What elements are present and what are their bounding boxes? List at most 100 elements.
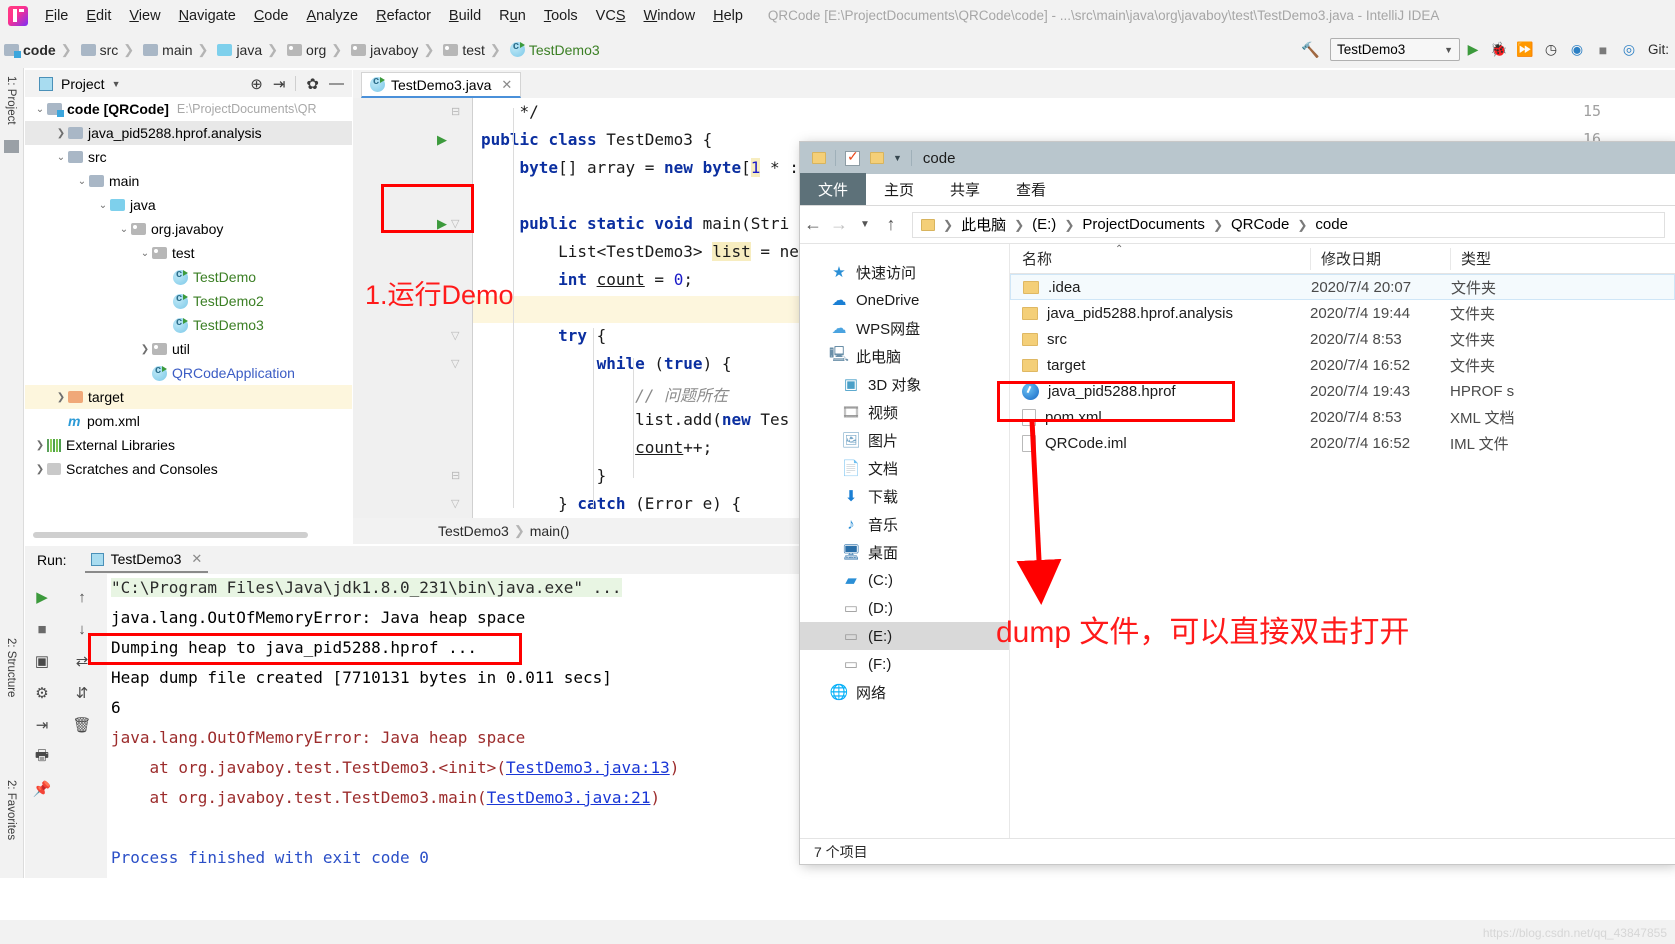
menu-item-code[interactable]: Code — [245, 6, 298, 26]
code-line[interactable]: public static void main(Stri — [481, 214, 790, 233]
nav-item-cn15[interactable]: 🌐 网络 — [800, 678, 1009, 706]
explorer-file-list[interactable]: 名称 修改日期 类型 ⌃ .idea 2020/7/4 20:07 文件夹 java_… — [1010, 244, 1675, 838]
console-line[interactable]: at org.javaboy.test.TestDemo3.main(TestD… — [111, 788, 661, 807]
path-segment[interactable]: QRCode — [1231, 216, 1289, 233]
code-line[interactable]: } — [481, 466, 607, 485]
file-row[interactable]: src 2020/7/4 8:53 文件夹 — [1010, 326, 1675, 352]
run-configuration-selector[interactable]: TestDemo3 ▼ — [1329, 38, 1460, 61]
stop-button[interactable]: ■ — [29, 616, 55, 642]
menu-item-edit[interactable]: Edit — [77, 6, 120, 26]
chevron-right-icon[interactable]: ❯ — [33, 440, 47, 451]
chevron-right-icon[interactable]: ❯ — [33, 464, 47, 475]
forward-icon[interactable]: → — [826, 214, 852, 235]
print-icon[interactable]: 🖶 — [29, 744, 55, 770]
code-line[interactable]: */ — [481, 102, 539, 121]
ribbon-tab-file[interactable]: 文件 — [800, 173, 867, 205]
up-icon[interactable]: ↑ — [878, 214, 904, 235]
menu-item-refactor[interactable]: Refactor — [367, 6, 440, 26]
pin-icon[interactable]: 📌 — [29, 776, 55, 802]
stacktrace-link[interactable]: TestDemo3.java:21 — [487, 788, 651, 807]
console-line[interactable]: at org.javaboy.test.TestDemo3.<init>(Tes… — [111, 758, 680, 777]
tool-window-project[interactable]: 1: Project — [5, 76, 17, 125]
tree-node-testdemo2[interactable]: TestDemo2 — [25, 289, 352, 313]
menu-item-window[interactable]: Window — [635, 6, 705, 26]
chevron-right-icon[interactable]: ❯ — [54, 392, 68, 403]
address-path-box[interactable]: ❯ 此电脑 ❯ (E:) ❯ ProjectDocuments ❯ QRCode… — [912, 211, 1665, 238]
console-line[interactable]: "C:\Program Files\Java\jdk1.8.0_231\bin\… — [111, 578, 622, 597]
run-tab-testdemo3[interactable]: TestDemo3 ✕ — [84, 547, 209, 573]
screenshot-icon[interactable]: ▣ — [29, 648, 55, 674]
nav-item-f:[interactable]: ▭ (F:) — [800, 650, 1009, 678]
tree-node-src[interactable]: ⌄ src — [25, 145, 352, 169]
breadcrumb-main[interactable]: main — [143, 42, 193, 58]
code-line[interactable]: while (true) { — [481, 354, 732, 373]
path-segment[interactable]: 此电脑 — [961, 214, 1006, 235]
tool-window-favorites[interactable]: 2: Favorites — [5, 780, 17, 840]
console-line[interactable]: 6 — [111, 698, 121, 717]
code-fold-icon[interactable]: ▽ — [451, 357, 459, 370]
tree-node-testdemo[interactable]: TestDemo — [25, 265, 352, 289]
chevron-down-icon[interactable]: ⌄ — [138, 248, 152, 259]
locate-file-icon[interactable]: ⊕ — [250, 75, 263, 93]
tree-node-scratches-and-consoles[interactable]: ❯ Scratches and Consoles — [25, 457, 352, 481]
console-line[interactable]: Process finished with exit code 0 — [111, 848, 429, 867]
code-fold-icon[interactable]: ▽ — [451, 497, 459, 510]
chevron-down-icon[interactable]: ▼ — [893, 153, 902, 163]
breadcrumb-org[interactable]: org — [287, 42, 326, 58]
tree-node-java[interactable]: ⌄ java — [25, 193, 352, 217]
new-folder-icon[interactable] — [870, 152, 884, 164]
scroll-up-icon[interactable]: ↑ — [69, 584, 95, 610]
code-line[interactable]: // 问题所在 — [481, 382, 728, 406]
code-line[interactable]: byte[] array = new byte[1 * : — [481, 158, 799, 177]
breadcrumb-testdemo3[interactable]: TestDemo3 — [509, 40, 600, 58]
tree-node-external-libraries[interactable]: ❯ External Libraries — [25, 433, 352, 457]
path-segment[interactable]: (E:) — [1032, 216, 1056, 233]
close-icon[interactable]: ✕ — [191, 551, 202, 567]
nav-item-cn3[interactable]: 🖳 此电脑 — [800, 342, 1009, 370]
tree-node-code-qrcode[interactable]: ⌄ code [QRCode] E:\ProjectDocuments\QR — [25, 97, 352, 121]
code-line[interactable]: public class TestDemo3 { — [481, 130, 712, 149]
back-icon[interactable]: ← — [800, 214, 826, 235]
stacktrace-link[interactable]: TestDemo3.java:13 — [506, 758, 670, 777]
file-row[interactable]: java_pid5288.hprof.analysis 2020/7/4 19:4… — [1010, 300, 1675, 326]
export-icon[interactable]: ⇥ — [29, 712, 55, 738]
ribbon-tab-view[interactable]: 查看 — [998, 173, 1064, 205]
code-line[interactable]: count++; — [481, 438, 712, 457]
debug-button[interactable]: 🐞 — [1486, 37, 1512, 63]
nav-item-e:[interactable]: ▭ (E:) — [800, 622, 1009, 650]
attach-button[interactable]: ◉ — [1564, 37, 1590, 63]
path-segment[interactable]: ProjectDocuments — [1082, 216, 1205, 233]
chevron-right-icon[interactable]: ❯ — [138, 344, 152, 355]
menu-item-run[interactable]: Run — [490, 6, 535, 26]
file-row[interactable]: target 2020/7/4 16:52 文件夹 — [1010, 352, 1675, 378]
menu-item-view[interactable]: View — [120, 6, 169, 26]
nav-item-cn5[interactable]: 🎞 视频 — [800, 398, 1009, 426]
explorer-navigation-pane[interactable]: ★ 快速访问 ☁ OneDrive ☁ WPS网盘 🖳 此电脑 ▣ 3D 对象 🎞 视频 🖼 图片 📄 文档 ⬇… — [800, 244, 1010, 838]
nav-item-onedrive[interactable]: ☁ OneDrive — [800, 286, 1009, 314]
search-everywhere-icon[interactable]: ◎ — [1616, 37, 1642, 63]
hide-panel-icon[interactable]: — — [329, 75, 344, 92]
breadcrumb-code[interactable]: code — [4, 42, 56, 58]
tree-node-java-pid5288-hprof-analysis[interactable]: ❯ java_pid5288.hprof.analysis — [25, 121, 352, 145]
nav-item-cn9[interactable]: ♪ 音乐 — [800, 510, 1009, 538]
nav-item-cn0[interactable]: ★ 快速访问 — [800, 258, 1009, 286]
tree-node-pom-xml[interactable]: m pom.xml — [25, 409, 352, 433]
editor-tab-testdemo3[interactable]: TestDemo3.java ✕ — [361, 72, 522, 98]
menu-item-help[interactable]: Help — [704, 6, 752, 26]
column-header-date[interactable]: 修改日期 — [1310, 247, 1450, 270]
nav-item-d:[interactable]: ▭ (D:) — [800, 594, 1009, 622]
chevron-down-icon[interactable]: ⌄ — [33, 104, 47, 115]
nav-item-wps[interactable]: ☁ WPS网盘 — [800, 314, 1009, 342]
editor-breadcrumb-class[interactable]: TestDemo3 — [438, 523, 509, 539]
collapse-all-icon[interactable] — [4, 140, 19, 153]
clear-all-icon[interactable]: 🗑 — [69, 712, 95, 738]
tree-node-org-javaboy[interactable]: ⌄ org.javaboy — [25, 217, 352, 241]
path-segment[interactable]: code — [1315, 216, 1348, 233]
menu-item-vcs[interactable]: VCS — [587, 6, 635, 26]
breadcrumb-src[interactable]: src — [80, 42, 118, 58]
nav-item-cn8[interactable]: ⬇ 下载 — [800, 482, 1009, 510]
thread-dump-icon[interactable]: ⚙ — [29, 680, 55, 706]
breadcrumb-java[interactable]: java — [217, 42, 262, 58]
git-label[interactable]: Git: — [1648, 42, 1669, 57]
run-button[interactable]: ▶ — [1460, 37, 1486, 63]
